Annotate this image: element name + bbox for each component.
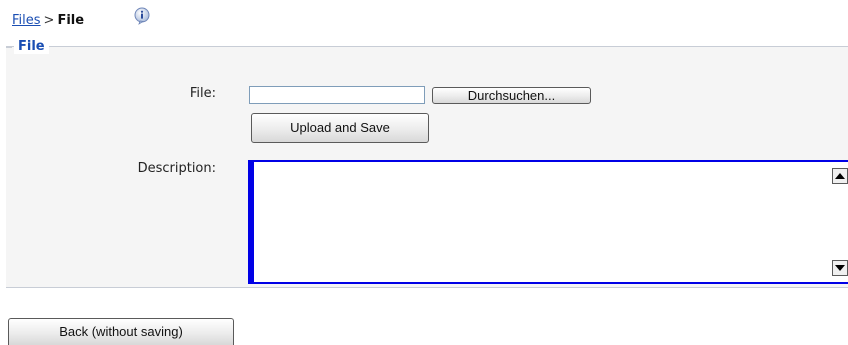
file-path-input[interactable] xyxy=(249,86,425,104)
arrow-down-icon xyxy=(835,265,845,271)
section-legend: File xyxy=(6,39,49,54)
file-label: File: xyxy=(189,86,216,101)
scroll-down-button[interactable] xyxy=(832,260,848,276)
arrow-up-icon xyxy=(835,173,845,179)
info-icon[interactable] xyxy=(133,7,151,25)
scroll-up-button[interactable] xyxy=(832,168,848,184)
breadcrumb-separator: > xyxy=(43,13,55,28)
back-without-saving-button[interactable]: Back (without saving) xyxy=(8,318,234,345)
breadcrumb: Files > File xyxy=(12,13,84,28)
upload-and-save-button[interactable]: Upload and Save xyxy=(251,113,429,143)
description-textarea[interactable] xyxy=(248,160,848,284)
breadcrumb-link-files[interactable]: Files xyxy=(12,13,41,28)
page-title: File xyxy=(57,13,85,28)
browse-button[interactable]: Durchsuchen... xyxy=(432,87,591,104)
description-label: Description: xyxy=(137,161,216,176)
